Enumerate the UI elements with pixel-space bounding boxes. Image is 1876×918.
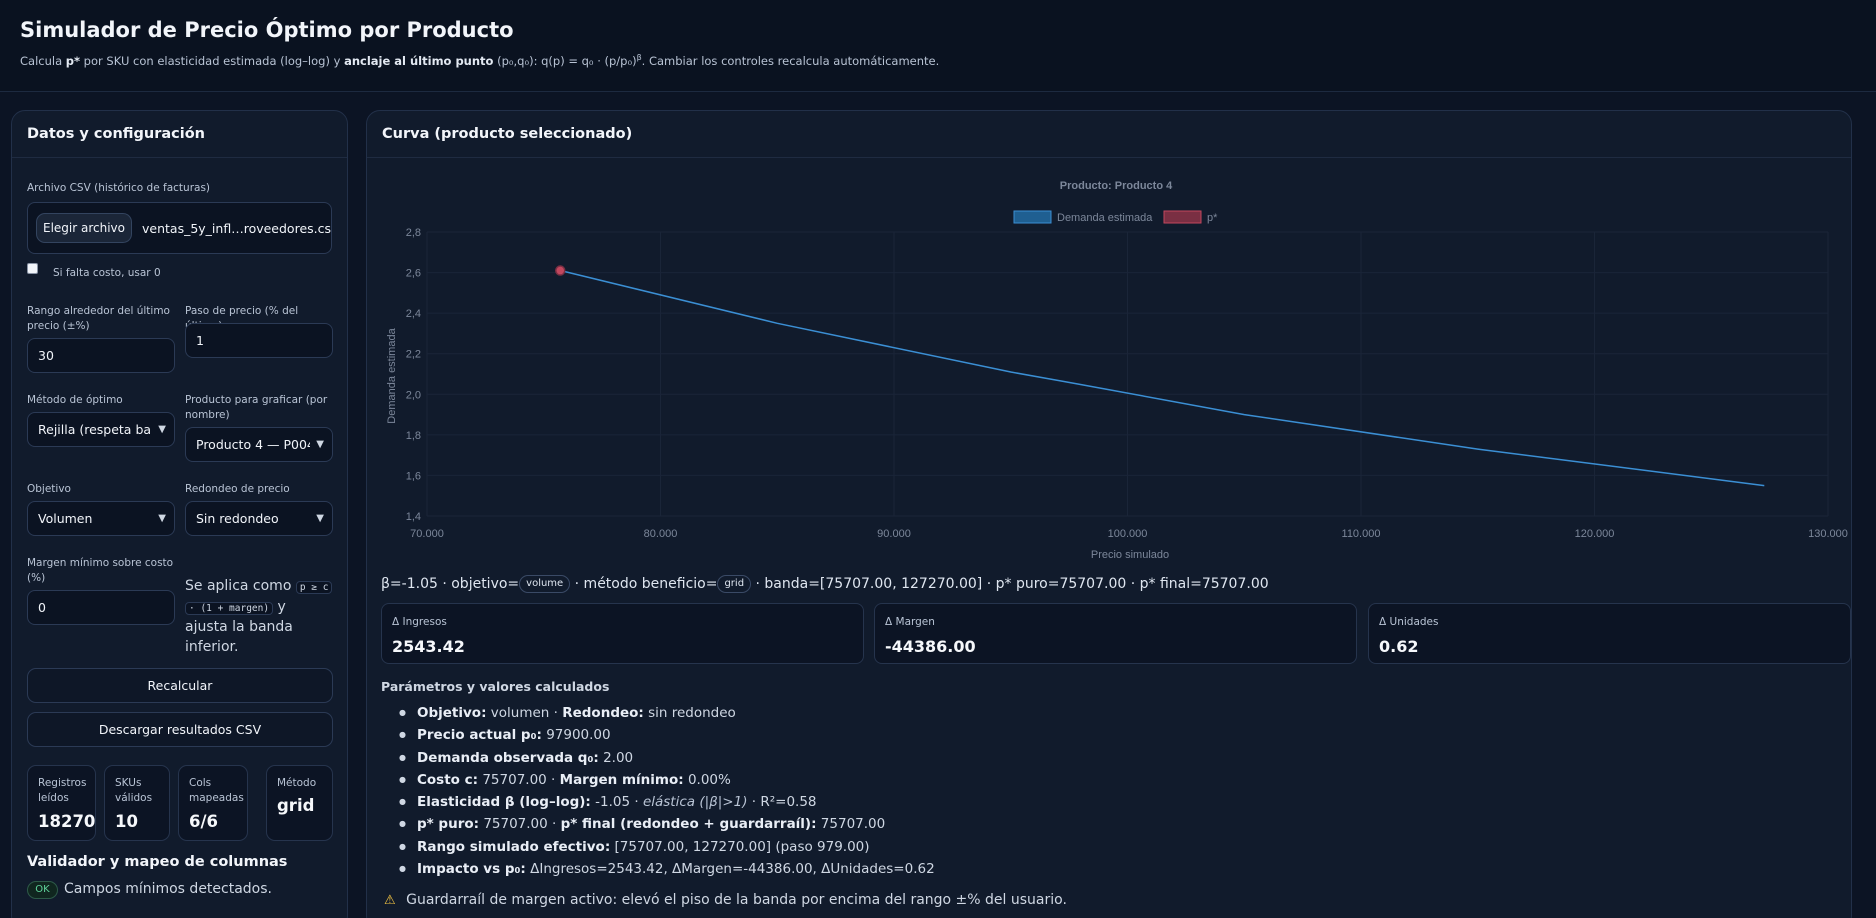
- method-select[interactable]: Rejilla (respeta banda) ▼: [27, 412, 175, 447]
- missing-cost-checkbox[interactable]: [27, 263, 38, 274]
- missing-cost-label: Si falta costo, usar 0: [53, 267, 161, 279]
- metric-value: 0.62: [1379, 637, 1419, 656]
- metric-margin: Δ Margen -44386.00: [874, 603, 1357, 664]
- metric-label: Δ Ingresos: [392, 616, 447, 628]
- params-list: Objetivo: volumen · Redondeo: sin redond…: [399, 702, 935, 881]
- chevron-down-icon: ▼: [158, 424, 166, 435]
- chevron-down-icon: ▼: [316, 439, 324, 450]
- kpi-cols: Cols mapeadas 6/6: [178, 765, 248, 841]
- warning-icon: ⚠: [384, 893, 396, 908]
- kpi-method: Método grid: [266, 765, 333, 841]
- param-item: Elasticidad β (log–log): -1.05 · elástic…: [399, 791, 935, 814]
- csv-file-input[interactable]: Elegir archivo ventas_5y_infl…roveedores…: [27, 202, 332, 254]
- metric-value: -44386.00: [885, 637, 976, 656]
- kpi-label: Cols mapeadas: [189, 777, 244, 804]
- recalculate-button[interactable]: Recalcular: [27, 668, 333, 703]
- param-item: Impacto vs p₀: ΔIngresos=2543.42, ΔMarge…: [399, 858, 935, 881]
- objective-label: Objetivo: [27, 483, 71, 495]
- curve-panel-title: Curva (producto seleccionado): [382, 126, 633, 142]
- metric-revenue: Δ Ingresos 2543.42: [381, 603, 864, 664]
- margin-input[interactable]: 0: [27, 590, 175, 625]
- param-item: Costo c: 75707.00 · Margen mínimo: 0.00%: [399, 769, 935, 792]
- kpi-value: 10: [115, 812, 138, 831]
- param-item: Demanda observada q₀: 2.00: [399, 747, 935, 770]
- kpi-skus: SKUs válidos 10: [104, 765, 170, 841]
- chevron-down-icon: ▼: [316, 513, 324, 524]
- app-header: Simulador de Precio Óptimo por Producto …: [0, 0, 1876, 92]
- param-item: Rango simulado efectivo: [75707.00, 1272…: [399, 836, 935, 859]
- config-panel-header: Datos y configuración: [12, 111, 347, 158]
- metric-value: 2543.42: [392, 637, 465, 656]
- config-panel-title: Datos y configuración: [27, 126, 206, 142]
- product-label: Producto para graficar (por nombre): [185, 394, 328, 421]
- page-subtitle: Calcula p* por SKU con elasticidad estim…: [20, 53, 940, 68]
- range-label: Rango alrededor del último precio (±%): [27, 305, 170, 332]
- choose-file-button[interactable]: Elegir archivo: [36, 213, 132, 243]
- config-panel: Datos y configuración Archivo CSV (histó…: [11, 110, 348, 918]
- param-item: Precio actual p₀: 97900.00: [399, 724, 935, 747]
- method-value: Rejilla (respeta banda): [38, 422, 152, 437]
- file-name: ventas_5y_infl…roveedores.csv: [142, 221, 332, 236]
- ok-text: Campos mínimos detectados.: [64, 881, 272, 897]
- objective-value: Volumen: [38, 511, 93, 526]
- product-value: Producto 4 — P004: [196, 437, 310, 452]
- margin-note: Se aplica como p ≥ c · (1 + margen) y aj…: [185, 577, 345, 657]
- product-select[interactable]: Producto 4 — P004 ▼: [185, 427, 333, 462]
- method-pill: grid: [717, 575, 752, 593]
- csv-label: Archivo CSV (histórico de facturas): [27, 182, 211, 194]
- rounding-label: Redondeo de precio: [185, 483, 290, 495]
- ok-badge: OK: [27, 881, 58, 899]
- summary-line: β=-1.05 · objetivo= volume · método benef…: [381, 575, 1269, 593]
- kpi-label: SKUs válidos: [115, 777, 153, 804]
- param-item: Objetivo: volumen · Redondeo: sin redond…: [399, 702, 935, 725]
- objective-select[interactable]: Volumen ▼: [27, 501, 175, 536]
- validator-title: Validador y mapeo de columnas: [27, 854, 288, 870]
- margin-label: Margen mínimo sobre costo (%): [27, 557, 174, 584]
- kpi-records: Registros leídos 18270: [27, 765, 96, 841]
- param-item: p* puro: 75707.00 · p* final (redondeo +…: [399, 813, 935, 836]
- warning-message: ⚠ Guardarraíl de margen activo: elevó el…: [384, 892, 1067, 908]
- method-label: Método de óptimo: [27, 394, 123, 406]
- range-input[interactable]: 30: [27, 338, 175, 373]
- params-title: Parámetros y valores calculados: [381, 679, 610, 694]
- kpi-value: grid: [277, 796, 315, 815]
- metric-units: Δ Unidades 0.62: [1368, 603, 1851, 664]
- metric-label: Δ Unidades: [1379, 616, 1439, 628]
- objective-pill: volume: [519, 575, 571, 593]
- kpi-value: 18270: [38, 812, 96, 831]
- kpi-value: 6/6: [189, 812, 218, 831]
- curve-panel-header: Curva (producto seleccionado): [367, 111, 1851, 158]
- kpi-label: Registros leídos: [38, 777, 87, 804]
- chevron-down-icon: ▼: [158, 513, 166, 524]
- rounding-select[interactable]: Sin redondeo ▼: [185, 501, 333, 536]
- step-input[interactable]: 1: [185, 323, 333, 358]
- rounding-value: Sin redondeo: [196, 511, 279, 526]
- kpi-label: Método: [277, 777, 317, 789]
- metric-label: Δ Margen: [885, 616, 935, 628]
- download-csv-button[interactable]: Descargar resultados CSV: [27, 712, 333, 747]
- page-title: Simulador de Precio Óptimo por Producto: [20, 18, 514, 42]
